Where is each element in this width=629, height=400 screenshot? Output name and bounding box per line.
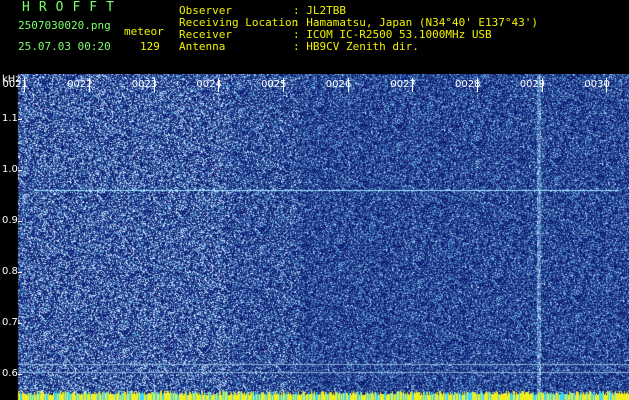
- x-tick-mark: [348, 78, 349, 92]
- count-label: 129: [140, 40, 160, 53]
- x-tick-mark: [218, 78, 219, 92]
- y-tick-label: 0.8: [2, 265, 18, 277]
- x-tick-mark: [477, 78, 478, 92]
- antenna-key: Antenna: [179, 40, 226, 53]
- x-tick-mark: [283, 78, 284, 92]
- x-tick-mark: [606, 78, 607, 92]
- datetime-label: 25.07.03 00:20: [18, 40, 111, 53]
- header-panel: HROFFT 2507030020.png meteor 25.07.03 00…: [0, 0, 629, 74]
- x-tick-mark: [412, 78, 413, 92]
- y-tick-mark: [18, 272, 22, 273]
- y-tick-label: 1.0: [2, 163, 18, 175]
- mode-label: meteor: [124, 25, 164, 38]
- x-tick-mark: [89, 78, 90, 92]
- y-tick-label: 1.1: [2, 112, 18, 124]
- spectrogram-axes: kHz 1.1 1.0 0.9 0.8 0.7 0.6 0021 0022 0023 0024 002…: [0, 74, 629, 400]
- y-tick-label: 0.9: [2, 214, 18, 226]
- y-tick-mark: [18, 323, 22, 324]
- x-tick-mark: [24, 78, 25, 92]
- app-title: HROFFT: [22, 0, 123, 15]
- y-tick-mark: [18, 221, 22, 222]
- x-tick-mark: [542, 78, 543, 92]
- filename-label: 2507030020.png: [18, 19, 111, 32]
- y-tick-mark: [18, 119, 22, 120]
- y-tick-mark: [18, 374, 22, 375]
- x-tick-mark: [154, 78, 155, 92]
- antenna-value: : HB9CV Zenith dir.: [293, 40, 419, 53]
- y-tick-label: 0.7: [2, 316, 18, 328]
- y-tick-label: 0.6: [2, 367, 18, 379]
- y-tick-mark: [18, 170, 22, 171]
